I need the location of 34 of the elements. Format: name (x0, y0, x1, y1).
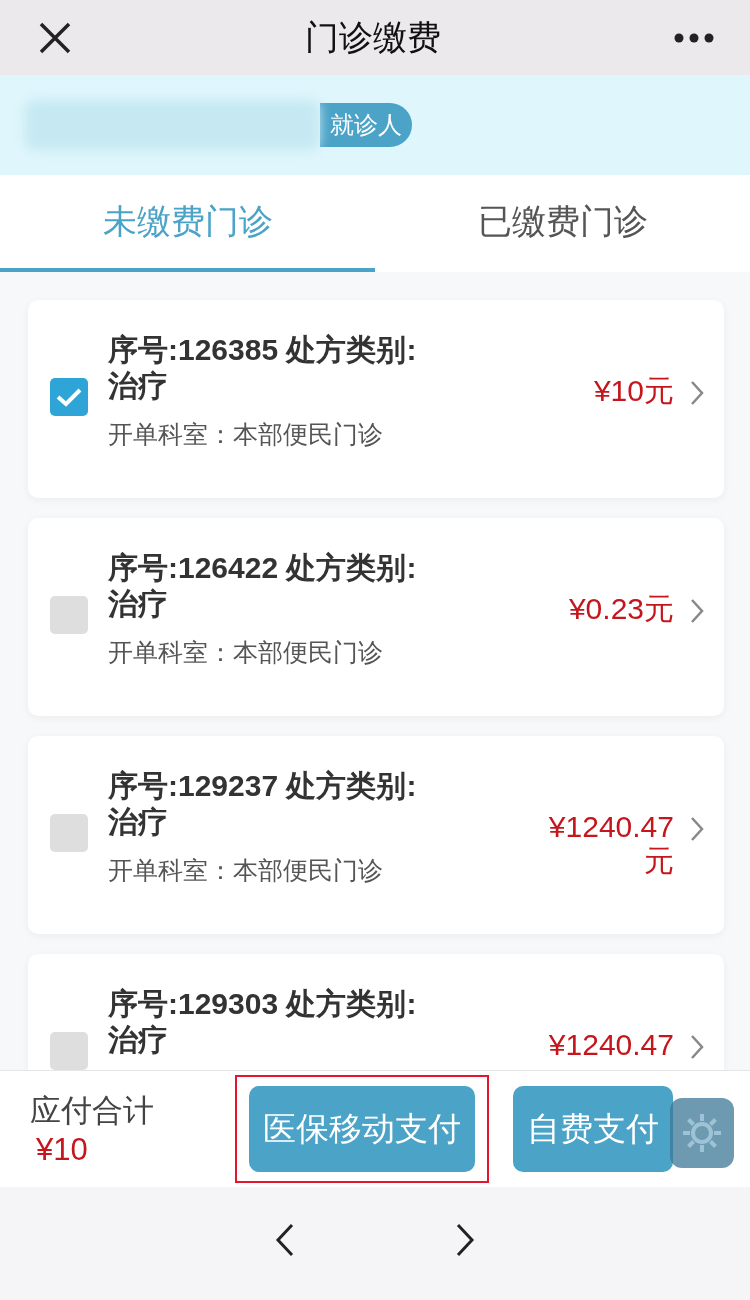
order-card[interactable]: 序号:126385 处方类别:治疗 开单科室：本部便民门诊 ¥10元 (28, 300, 724, 498)
patient-badge: 就诊人 (320, 103, 412, 147)
price: ¥1240.47元 (547, 810, 674, 878)
chevron-right-icon (690, 598, 704, 624)
price: ¥0.23元 (567, 592, 674, 626)
department-text: 开单科室：本部便民门诊 (108, 637, 384, 668)
checkbox[interactable] (50, 1032, 88, 1070)
chevron-right-icon (690, 816, 704, 842)
department-text: 开单科室：本部便民门诊 (108, 855, 384, 886)
checkbox[interactable] (50, 378, 88, 416)
price: ¥10元 (592, 374, 674, 408)
page-title: 门诊缴费 (305, 16, 441, 58)
price: ¥1240.47 (547, 1028, 674, 1062)
checkmark-icon (56, 387, 82, 407)
tab[interactable]: 已缴费门诊 (375, 175, 750, 272)
order-title: 序号:129237 处方类别:治疗 (108, 768, 418, 840)
department-text: 开单科室：本部便民门诊 (108, 419, 384, 450)
order-card[interactable]: 序号:129303 处方类别:治疗 ¥1240.47 (28, 954, 724, 1070)
checkbox[interactable] (50, 814, 88, 852)
total-label: 应付合计 (30, 1092, 155, 1130)
order-card[interactable]: 序号:129237 处方类别:治疗 开单科室：本部便民门诊 ¥1240.47元 (28, 736, 724, 934)
back-icon[interactable] (275, 1222, 295, 1257)
chevron-right-icon (690, 380, 704, 406)
chevron-right-icon (690, 1034, 704, 1060)
total-amount: ¥10 (36, 1132, 89, 1168)
settings-icon[interactable] (670, 1098, 734, 1168)
order-title: 序号:126422 处方类别:治疗 (108, 550, 418, 622)
checkbox[interactable] (50, 596, 88, 634)
order-card[interactable]: 序号:126422 处方类别:治疗 开单科室：本部便民门诊 ¥0.23元 (28, 518, 724, 716)
more-icon[interactable] (674, 32, 714, 43)
order-title: 序号:129303 处方类别:治疗 (108, 986, 418, 1058)
close-icon[interactable] (38, 20, 72, 55)
order-title: 序号:126385 处方类别:治疗 (108, 332, 418, 404)
forward-icon[interactable] (455, 1222, 475, 1257)
